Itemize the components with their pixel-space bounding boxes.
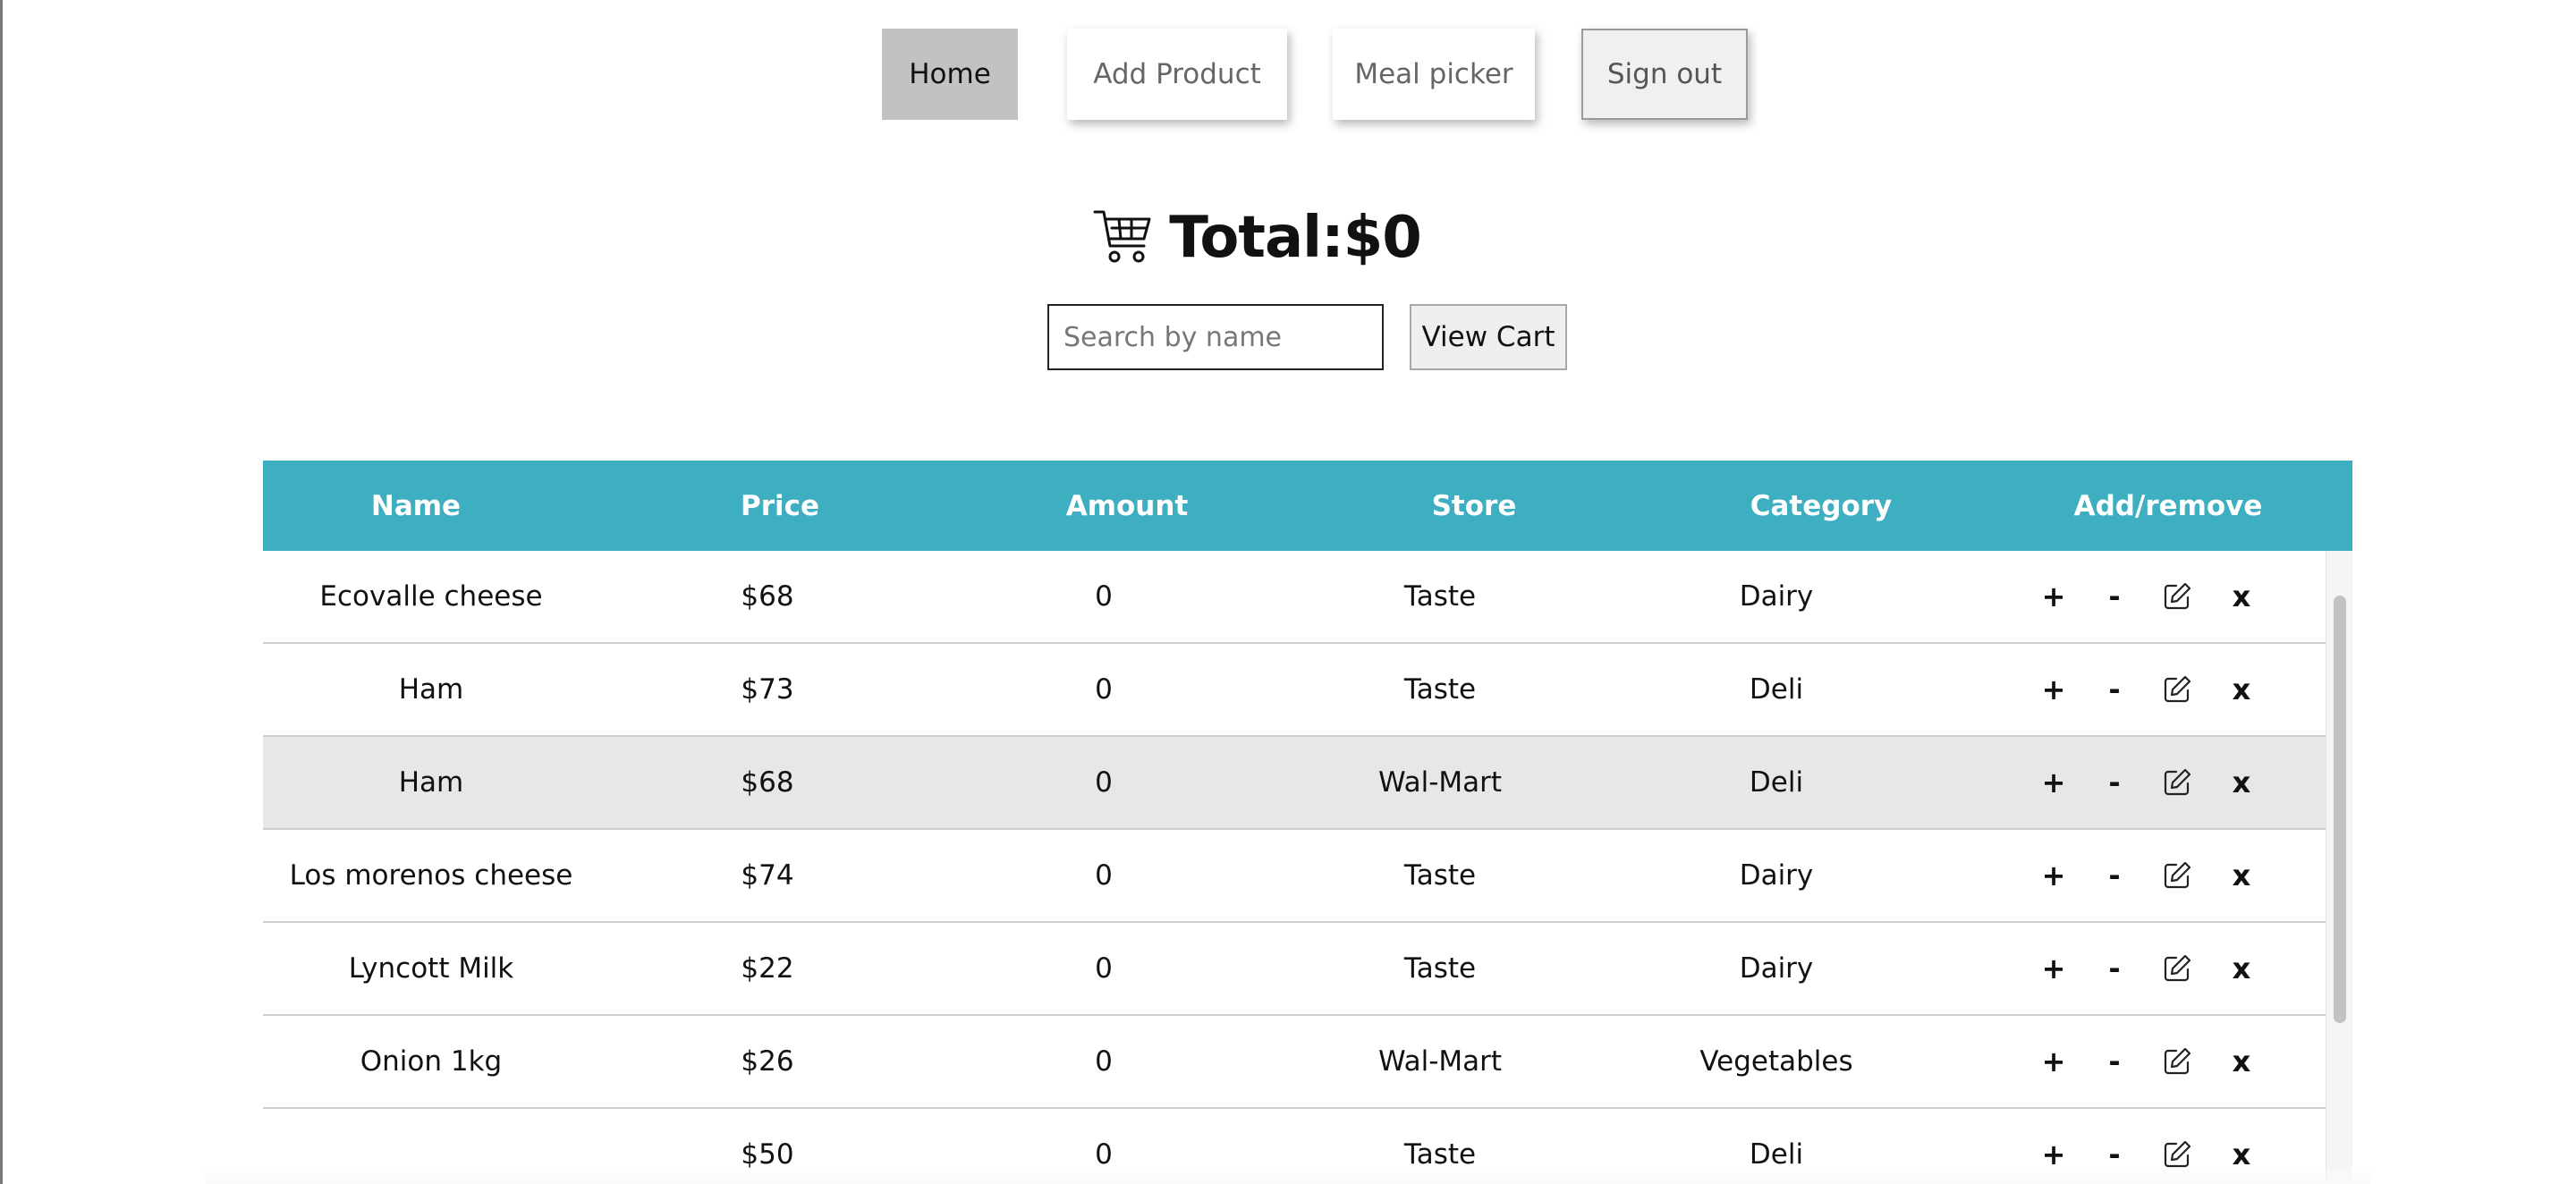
table-body[interactable]: Chicken 1kg$1250TasteMeat & Fish+-xEcova… [263,461,2326,1184]
cell-name: Onion 1kg [360,1045,503,1078]
products-table: Name Price Amount Store Category Add/rem… [263,461,2352,1184]
delete-button[interactable]: x [2224,830,2259,921]
header-category[interactable]: Category [1642,461,2000,551]
cell-amount: 0 [1095,766,1113,799]
header-name[interactable]: Name [263,461,569,551]
cell-category: Deli [1749,766,1804,799]
remove-one-button[interactable]: - [2097,830,2132,921]
remove-one-button[interactable]: - [2097,737,2132,828]
add-one-button[interactable]: + [2036,644,2072,735]
window-edge [0,0,3,1184]
table-row[interactable]: Ecovalle cheese $68 0 Taste Dairy + - x [263,551,2326,644]
header-price[interactable]: Price [612,461,948,551]
edit-icon[interactable] [2157,551,2197,642]
header-amount[interactable]: Amount [948,461,1306,551]
nav-home-button[interactable]: Home [882,29,1018,120]
cart-total-summary: Total:$0 [0,195,2576,281]
cell-price: $74 [741,859,794,892]
viewport-bottom-edge [206,1167,2370,1184]
cell-amount: 0 [1095,673,1113,706]
cell-name: Ham [398,673,464,706]
cell-amount: 0 [1095,859,1113,892]
cell-store: Wal-Mart [1377,766,1503,799]
add-one-button[interactable]: + [2036,551,2072,642]
cell-store: Taste [1403,859,1477,892]
delete-button[interactable]: x [2224,923,2259,1014]
cell-amount: 0 [1095,580,1113,613]
cell-amount: 0 [1095,952,1113,985]
shopping-cart-icon [1093,210,1151,263]
table-row[interactable]: Ham $68 0 Wal-Mart Deli + - x [263,737,2326,830]
search-input[interactable] [1047,304,1384,370]
table-row[interactable]: Lyncott Milk $22 0 Taste Dairy + - x [263,923,2326,1016]
add-one-button[interactable]: + [2036,737,2072,828]
cell-price: $68 [741,766,794,799]
cell-name: Ham [398,766,464,799]
remove-one-button[interactable]: - [2097,551,2132,642]
nav-meal-picker-button[interactable]: Meal picker [1333,29,1535,120]
cell-category: Deli [1749,673,1804,706]
remove-one-button[interactable]: - [2097,1016,2132,1107]
cell-category: Dairy [1739,952,1814,985]
table-row[interactable]: Los morenos cheese $74 0 Taste Dairy + - x [263,830,2326,923]
delete-button[interactable]: x [2224,551,2259,642]
table-row[interactable]: Ham $73 0 Taste Deli + - x [263,644,2326,737]
table-row[interactable]: Onion 1kg $26 0 Wal-Mart Vegetables + - x [263,1016,2326,1109]
cell-price: $26 [741,1045,794,1078]
remove-one-button[interactable]: - [2097,923,2132,1014]
cell-amount: 0 [1095,1045,1113,1078]
cell-price: $22 [741,952,794,985]
table-scrollbar[interactable] [2326,551,2352,1184]
delete-button[interactable]: x [2224,644,2259,735]
cell-name: Lyncott Milk [348,952,514,985]
edit-icon[interactable] [2157,737,2197,828]
edit-icon[interactable] [2157,830,2197,921]
cell-price: $73 [741,673,794,706]
edit-icon[interactable] [2157,1016,2197,1107]
cart-total: Total:$0 [1169,205,1421,271]
top-nav: Home Add Product Meal picker Sign out [0,29,2576,120]
cell-category: Dairy [1739,580,1814,613]
add-one-button[interactable]: + [2036,830,2072,921]
nav-add-product-button[interactable]: Add Product [1067,29,1287,120]
delete-button[interactable]: x [2224,1016,2259,1107]
header-store[interactable]: Store [1306,461,1642,551]
cell-category: Dairy [1739,859,1814,892]
cell-name: Los morenos cheese [289,859,573,892]
add-one-button[interactable]: + [2036,923,2072,1014]
edit-icon[interactable] [2157,644,2197,735]
cell-category: Vegetables [1699,1045,1853,1078]
cell-name: Ecovalle cheese [319,580,543,613]
delete-button[interactable]: x [2224,737,2259,828]
remove-one-button[interactable]: - [2097,644,2132,735]
scrollbar-thumb[interactable] [2334,596,2346,1023]
table-header: Name Price Amount Store Category Add/rem… [263,461,2352,551]
cell-price: $68 [741,580,794,613]
add-one-button[interactable]: + [2036,1016,2072,1107]
cell-store: Taste [1403,580,1477,613]
view-cart-button[interactable]: View Cart [1410,304,1567,370]
cell-store: Taste [1403,673,1477,706]
edit-icon[interactable] [2157,923,2197,1014]
header-add-remove: Add/remove [2073,489,2263,522]
cell-store: Taste [1403,952,1477,985]
sign-out-button[interactable]: Sign out [1581,29,1748,120]
cell-store: Wal-Mart [1377,1045,1503,1078]
